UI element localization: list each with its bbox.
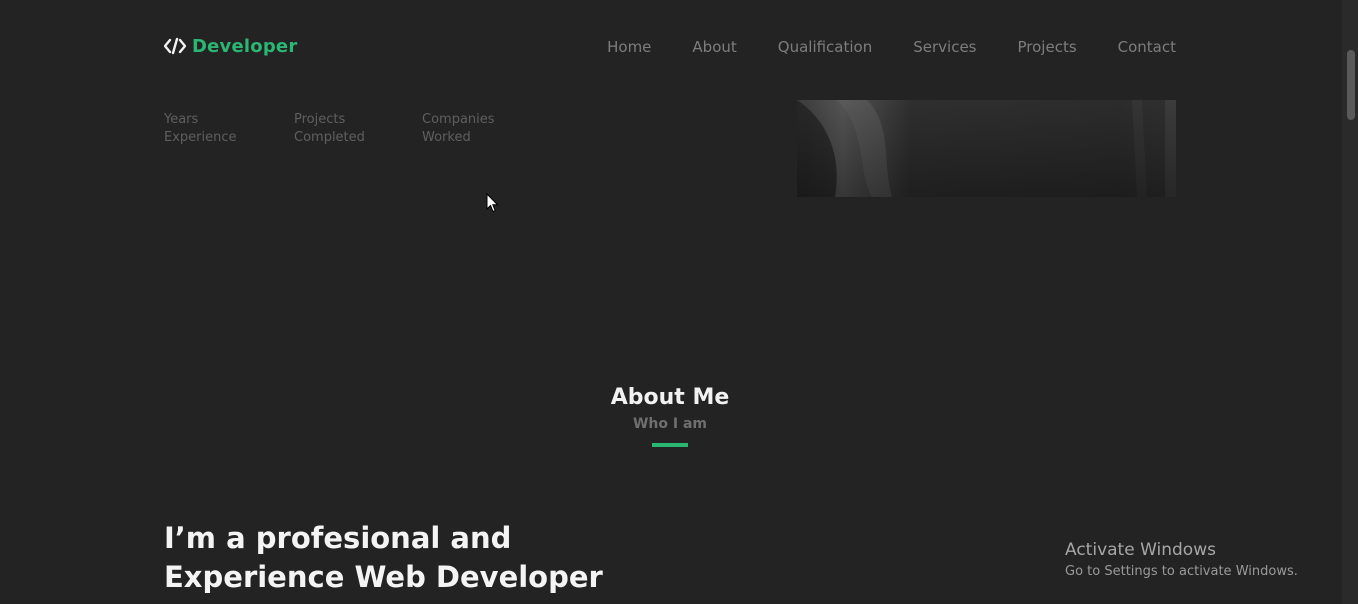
stat-label-line1: Companies [422, 112, 495, 127]
headline-line-2: Experience Web Developer [164, 560, 603, 594]
scrollbar-thumb[interactable] [1347, 50, 1355, 120]
activate-windows-watermark: Activate Windows Go to Settings to activ… [1065, 538, 1298, 582]
nav-contact[interactable]: Contact [1118, 38, 1176, 56]
mouse-cursor-icon [486, 192, 500, 213]
nav-home[interactable]: Home [607, 38, 651, 56]
nav-projects[interactable]: Projects [1018, 38, 1077, 56]
stat-label-line1: Years [164, 112, 199, 127]
vertical-scrollbar[interactable] [1342, 0, 1358, 604]
logo-text: Developer [192, 35, 298, 57]
about-headline: I’m a profesional and Experience Web Dev… [164, 519, 684, 597]
nav-about[interactable]: About [692, 38, 736, 56]
section-subtitle: Who I am [632, 416, 708, 432]
stat-label-line2: Experience [164, 130, 237, 145]
logo-link[interactable]: Developer [164, 35, 297, 57]
stat-label-line2: Completed [294, 130, 365, 145]
portfolio-page: Developer Home About Qualification Servi… [0, 0, 1358, 604]
watermark-subtitle: Go to Settings to activate Windows. [1065, 564, 1298, 579]
stat-years-experience: Years Experience [164, 111, 294, 147]
watermark-title: Activate Windows [1065, 540, 1216, 560]
about-section-header: About Me Who I am [0, 383, 1340, 447]
stat-label-line2: Worked [422, 130, 471, 145]
nav-qualification[interactable]: Qualification [778, 38, 872, 56]
stat-projects-completed: Projects Completed [294, 111, 422, 147]
headline-line-1: I’m a profesional and [164, 521, 512, 555]
stats-row: Years Experience Projects Completed Comp… [164, 111, 542, 147]
section-underline [652, 443, 688, 447]
section-title: About Me [610, 385, 730, 410]
stat-label-line1: Projects [294, 112, 346, 127]
hero-photo [797, 100, 1176, 197]
nav-services[interactable]: Services [913, 38, 976, 56]
stat-companies-worked: Companies Worked [422, 111, 542, 147]
main-nav: Home About Qualification Services Projec… [607, 38, 1176, 56]
code-brackets-icon [164, 35, 186, 57]
